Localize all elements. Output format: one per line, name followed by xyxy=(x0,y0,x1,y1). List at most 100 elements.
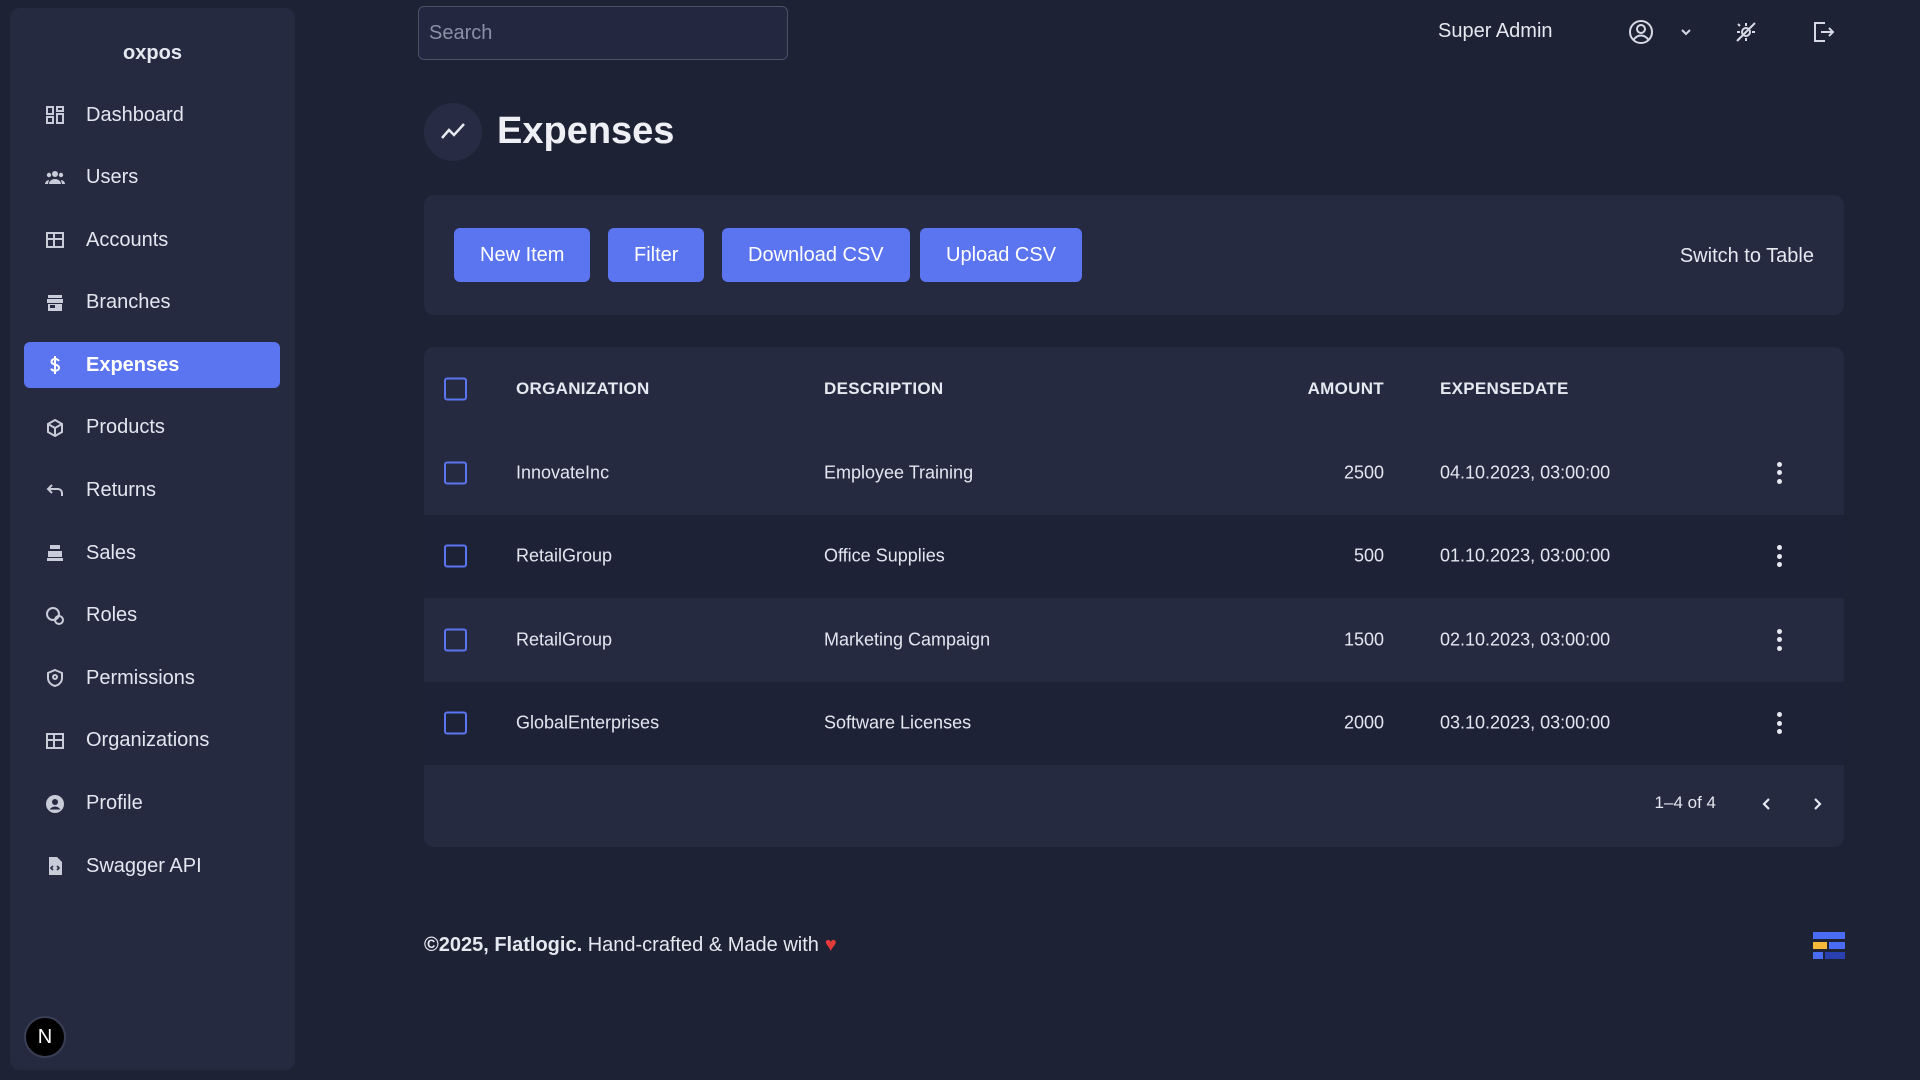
sidebar-item-label: Expenses xyxy=(86,353,180,376)
theme-toggle-icon[interactable] xyxy=(1730,16,1762,48)
sidebar-item-branches[interactable]: Branches xyxy=(24,280,280,326)
search-input[interactable] xyxy=(418,6,788,60)
footer-copyright[interactable]: ©2025, Flatlogic. xyxy=(424,934,582,956)
pagination: 1–4 of 4 xyxy=(424,767,1844,847)
cell-amount: 500 xyxy=(1353,545,1384,566)
upload-csv-button[interactable]: Upload CSV xyxy=(920,228,1083,282)
user-circle-icon[interactable] xyxy=(1625,16,1657,48)
chevron-right-icon[interactable] xyxy=(1802,789,1832,819)
column-header-amount[interactable]: AMOUNT xyxy=(1308,379,1384,399)
footer: ©2025, Flatlogic. Hand-crafted & Made wi… xyxy=(424,934,837,957)
column-header-description[interactable]: DESCRIPTION xyxy=(824,379,943,399)
sidebar-item-users[interactable]: Users xyxy=(24,155,280,201)
cell-amount: 2000 xyxy=(1343,712,1384,733)
sidebar-item-organizations[interactable]: Organizations xyxy=(24,718,280,764)
table-row[interactable]: RetailGroup Marketing Campaign 1500 02.1… xyxy=(424,598,1844,682)
chevron-down-icon[interactable] xyxy=(1670,16,1702,48)
flatlogic-logo-icon[interactable] xyxy=(1813,932,1845,962)
sidebar-item-roles[interactable]: Roles xyxy=(24,593,280,639)
file-code-icon xyxy=(44,855,66,877)
toolbar: New Item Filter Download CSV Upload CSV … xyxy=(424,195,1844,315)
row-menu-icon[interactable] xyxy=(1769,709,1789,737)
row-checkbox[interactable] xyxy=(444,544,467,568)
cell-organization: GlobalEnterprises xyxy=(516,712,660,733)
dollar-icon xyxy=(44,354,66,376)
switch-to-table-link[interactable]: Switch to Table xyxy=(1680,245,1814,268)
sidebar-item-profile[interactable]: Profile xyxy=(24,781,280,827)
cell-description: Office Supplies xyxy=(824,545,945,566)
cell-description: Employee Training xyxy=(824,462,974,483)
sidebar-item-label: Accounts xyxy=(86,228,169,251)
roles-icon xyxy=(44,605,66,627)
sidebar: oxpos Dashboard Users Accounts Branches xyxy=(10,8,295,1070)
cell-organization: RetailGroup xyxy=(516,545,613,566)
table-icon xyxy=(44,229,66,251)
dashboard-icon xyxy=(44,104,66,126)
row-menu-icon[interactable] xyxy=(1769,459,1789,487)
column-header-organization[interactable]: ORGANIZATION xyxy=(516,379,650,399)
chevron-left-icon[interactable] xyxy=(1752,789,1782,819)
sidebar-item-expenses[interactable]: Expenses xyxy=(24,342,280,389)
expenses-table: ORGANIZATION DESCRIPTION AMOUNT EXPENSED… xyxy=(424,347,1844,847)
box-icon xyxy=(44,417,66,439)
row-checkbox[interactable] xyxy=(444,711,467,735)
users-icon xyxy=(44,167,66,189)
cell-expensedate: 02.10.2023, 03:00:00 xyxy=(1440,629,1611,650)
cell-expensedate: 03.10.2023, 03:00:00 xyxy=(1440,712,1611,733)
heart-icon: ♥ xyxy=(824,934,837,956)
row-menu-icon[interactable] xyxy=(1769,542,1789,570)
sidebar-item-label: Branches xyxy=(86,291,171,314)
sidebar-item-permissions[interactable]: Permissions xyxy=(24,655,280,701)
n-avatar-badge[interactable]: N xyxy=(24,1016,66,1058)
sidebar-item-swagger-api[interactable]: Swagger API xyxy=(24,843,280,889)
table-icon xyxy=(44,730,66,752)
logout-icon[interactable] xyxy=(1807,16,1839,48)
download-csv-button[interactable]: Download CSV xyxy=(722,228,910,282)
table-header-row: ORGANIZATION DESCRIPTION AMOUNT EXPENSED… xyxy=(424,347,1844,431)
sidebar-item-products[interactable]: Products xyxy=(24,405,280,451)
new-item-button[interactable]: New Item xyxy=(454,228,591,282)
undo-icon xyxy=(44,480,66,502)
sidebar-item-label: Products xyxy=(86,416,165,439)
sidebar-nav: Dashboard Users Accounts Branches Expens… xyxy=(24,92,280,906)
page-title: Expenses xyxy=(497,110,675,152)
table-row[interactable]: RetailGroup Office Supplies 500 01.10.20… xyxy=(424,514,1844,598)
cell-description: Software Licenses xyxy=(824,712,972,733)
table-row[interactable]: GlobalEnterprises Software Licenses 2000… xyxy=(424,681,1844,765)
sidebar-item-dashboard[interactable]: Dashboard xyxy=(24,92,280,138)
sidebar-item-label: Dashboard xyxy=(86,103,184,126)
select-all-checkbox[interactable] xyxy=(444,377,467,401)
sidebar-item-sales[interactable]: Sales xyxy=(24,530,280,576)
sidebar-item-label: Permissions xyxy=(86,666,195,689)
sidebar-item-label: Roles xyxy=(86,604,138,627)
sidebar-item-label: Profile xyxy=(86,792,143,815)
chart-line-icon xyxy=(424,103,482,161)
sidebar-item-label: Organizations xyxy=(86,729,210,752)
sidebar-item-label: Users xyxy=(86,166,139,189)
user-name[interactable]: Super Admin xyxy=(1438,20,1553,43)
cell-organization: InnovateInc xyxy=(516,462,610,483)
row-menu-icon[interactable] xyxy=(1769,626,1789,654)
row-checkbox[interactable] xyxy=(444,461,467,485)
cell-description: Marketing Campaign xyxy=(824,629,991,650)
cell-organization: RetailGroup xyxy=(516,629,613,650)
cell-expensedate: 01.10.2023, 03:00:00 xyxy=(1440,545,1611,566)
cell-amount: 2500 xyxy=(1343,462,1384,483)
shield-icon xyxy=(44,667,66,689)
brand-name: oxpos xyxy=(123,42,182,64)
row-checkbox[interactable] xyxy=(444,628,467,652)
footer-text: Hand-crafted & Made with xyxy=(587,934,819,956)
sidebar-item-label: Sales xyxy=(86,541,137,564)
table-row[interactable]: InnovateInc Employee Training 2500 04.10… xyxy=(424,431,1844,515)
sidebar-item-returns[interactable]: Returns xyxy=(24,468,280,514)
account-circle-icon xyxy=(44,793,66,815)
sidebar-item-label: Returns xyxy=(86,479,157,502)
sidebar-item-label: Swagger API xyxy=(86,854,202,877)
pagination-range: 1–4 of 4 xyxy=(1654,793,1716,812)
cash-register-icon xyxy=(44,542,66,564)
filter-button[interactable]: Filter xyxy=(608,228,705,282)
cell-expensedate: 04.10.2023, 03:00:00 xyxy=(1440,462,1611,483)
column-header-expensedate[interactable]: EXPENSEDATE xyxy=(1440,379,1569,399)
sidebar-item-accounts[interactable]: Accounts xyxy=(24,217,280,263)
store-icon xyxy=(44,292,66,314)
